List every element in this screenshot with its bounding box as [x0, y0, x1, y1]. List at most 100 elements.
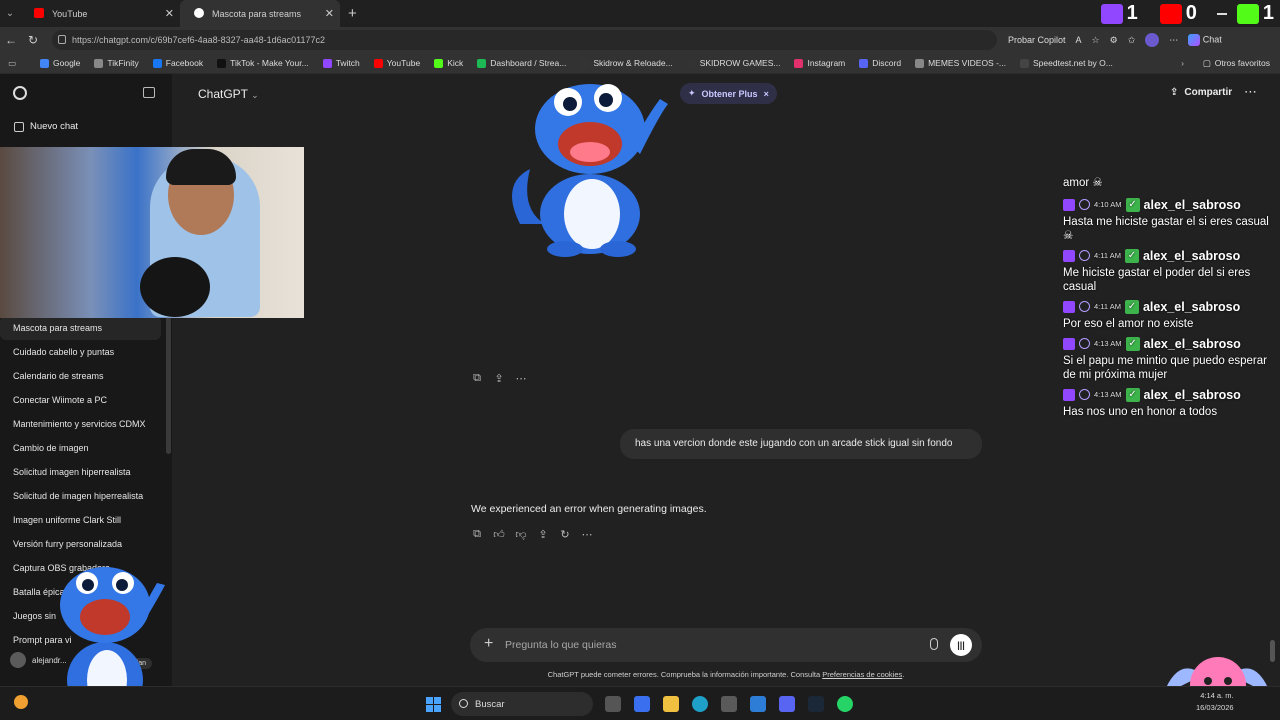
menu-icon[interactable]: ⋯ — [1169, 35, 1178, 46]
chat-history-item[interactable]: Solicitud imagen hiperrealista — [0, 460, 161, 484]
bookmarks-bar: ▭ Google TikFinity Facebook TikTok - Make Y… — [0, 53, 1280, 74]
add-attachment-icon[interactable]: + — [484, 635, 493, 653]
user-icon — [1079, 301, 1090, 312]
copilot-app-icon[interactable] — [634, 696, 650, 712]
bookmark-item[interactable]: Twitch — [322, 58, 360, 68]
cookie-preferences-link[interactable]: Preferencias de cookies — [822, 670, 902, 679]
copy-icon[interactable]: ⧉ — [471, 372, 483, 384]
chat-history-item[interactable]: Calendario de streams — [0, 364, 161, 388]
bookmark-item[interactable]: Instagram — [794, 58, 845, 68]
system-clock[interactable]: 4:14 a. m. 16/03/2026 — [1196, 690, 1234, 714]
bookmark-item[interactable]: Kick — [434, 58, 463, 68]
minimize-icon[interactable] — [1216, 12, 1227, 15]
bookmark-favicon-icon — [217, 58, 227, 68]
share-icon[interactable]: ⇪ — [537, 528, 549, 541]
assistant-message: We experienced an error when generating … — [471, 503, 707, 515]
close-icon[interactable]: ✕ — [165, 7, 174, 20]
model-selector[interactable]: ChatGPT ⌄ — [198, 87, 259, 101]
chat-history-item[interactable]: Cambio de imagen — [0, 436, 161, 460]
chat-history-item[interactable]: Cuidado cabello y puntas — [0, 340, 161, 364]
new-chat-button[interactable]: Nuevo chat — [14, 121, 78, 132]
chatgpt-logo-icon[interactable] — [13, 86, 27, 100]
bookmark-label: Discord — [872, 58, 902, 68]
edge-icon[interactable] — [692, 696, 708, 712]
steam-icon[interactable] — [808, 696, 824, 712]
voice-mode-button[interactable]: ||| — [950, 634, 972, 656]
more-icon[interactable]: ⋯ — [581, 528, 593, 541]
bookmark-item[interactable]: SKIDROW GAMES... — [686, 58, 780, 68]
bookmark-item[interactable]: Dashboard / Strea... — [477, 58, 566, 68]
share-button[interactable]: ⇪ Compartir — [1170, 87, 1232, 98]
microphone-icon[interactable] — [930, 638, 938, 650]
other-favorites[interactable]: ▢ Otros favoritos — [1203, 58, 1270, 69]
chat-history-item[interactable]: Solicitud de imagen hiperrealista — [0, 484, 161, 508]
extensions-icon[interactable]: ⚙ — [1110, 35, 1118, 46]
chat-time: 4:10 AM — [1094, 200, 1122, 209]
weather-widget[interactable] — [14, 695, 28, 711]
more-icon[interactable]: ⋯ — [515, 372, 527, 385]
bookmark-item[interactable]: Speedtest.net by O... — [1020, 58, 1113, 68]
regenerate-icon[interactable]: ↻ — [559, 528, 571, 541]
generated-mascot-image[interactable] — [500, 74, 675, 259]
chat-history-item[interactable]: Mascota para streams — [0, 316, 161, 340]
copilot-button[interactable]: Probar Copilot — [1008, 35, 1066, 45]
new-chat-label: Nuevo chat — [30, 121, 79, 132]
chevron-right-icon[interactable]: › — [1181, 58, 1184, 68]
disclaimer-end: . — [902, 670, 905, 679]
taskbar-search[interactable]: Buscar — [451, 692, 593, 716]
stream-score-overlay: 1 0 1 — [1100, 0, 1280, 27]
store-icon[interactable] — [721, 696, 737, 712]
user-icon — [1079, 199, 1090, 210]
chat-history-item[interactable]: Mantenimiento y servicios CDMX — [0, 412, 161, 436]
task-view-icon[interactable] — [605, 696, 621, 712]
get-plus-button[interactable]: ✦ Obtener Plus × — [680, 83, 777, 104]
bookmark-item[interactable]: Discord — [859, 58, 901, 68]
bookmark-item[interactable]: TikFinity — [94, 58, 139, 68]
file-explorer-icon[interactable] — [663, 696, 679, 712]
close-icon[interactable]: × — [764, 89, 769, 99]
share-label: Compartir — [1184, 87, 1233, 98]
copy-icon[interactable]: ⧉ — [471, 528, 483, 540]
start-button[interactable] — [426, 697, 441, 712]
discord-icon[interactable] — [779, 696, 795, 712]
copilot-chat-button[interactable]: Chat — [1188, 34, 1222, 46]
bookmark-favicon-icon — [94, 58, 104, 68]
bookmark-item[interactable]: TikTok - Make Your... — [217, 58, 309, 68]
bookmark-item[interactable]: MEMES VIDEOS -... — [915, 58, 1006, 68]
chat-history-item[interactable]: Versión furry personalizada — [0, 532, 161, 556]
back-icon[interactable]: ← — [0, 33, 22, 47]
bookmark-item[interactable]: Google — [40, 58, 80, 68]
disclaimer: ChatGPT puede cometer errores. Comprueba… — [470, 670, 982, 679]
read-aloud-icon[interactable]: A — [1076, 35, 1082, 45]
tab-list-icon[interactable]: ⌄ — [0, 8, 20, 19]
profile-icon[interactable] — [1145, 33, 1160, 47]
bookmark-item[interactable]: YouTube — [373, 58, 421, 68]
thumbs-up-icon[interactable]: 👍︎ — [493, 528, 505, 541]
chat-history-item[interactable]: Imagen uniforme Clark Still — [0, 508, 161, 532]
bookmark-item[interactable]: Skidrow & Reloade... — [580, 58, 673, 68]
new-tab-button[interactable]: + — [348, 5, 357, 22]
prompt-input[interactable] — [505, 636, 905, 654]
favorites-icon[interactable]: ✩ — [1128, 35, 1136, 46]
image-actions: ⧉ ⇪ ⋯ — [471, 372, 527, 385]
close-icon[interactable]: ✕ — [325, 7, 334, 20]
twitch-icon — [1063, 337, 1075, 350]
tab-youtube[interactable]: YouTube ✕ — [20, 0, 180, 27]
tab-chatgpt[interactable]: Mascota para streams ✕ — [180, 0, 340, 27]
twitch-icon — [1063, 198, 1075, 211]
share-icon[interactable]: ⇪ — [493, 372, 505, 385]
favorite-star-icon[interactable]: ☆ — [1092, 35, 1100, 46]
bookmark-label: TikTok - Make Your... — [230, 58, 309, 68]
site-info-icon[interactable] — [58, 35, 66, 44]
more-icon[interactable]: ⋯ — [1244, 84, 1257, 100]
sidebar-toggle-icon[interactable] — [143, 87, 155, 98]
whatsapp-icon[interactable] — [837, 696, 853, 712]
bookmark-label: YouTube — [386, 58, 421, 68]
url-field[interactable]: https://chatgpt.com/c/69b7cef6-4aa8-8327… — [52, 30, 997, 50]
bookmark-item[interactable]: Facebook — [152, 58, 203, 68]
reload-icon[interactable]: ↻ — [22, 33, 44, 47]
mail-icon[interactable] — [750, 696, 766, 712]
apps-icon[interactable]: ▭ — [8, 58, 20, 69]
thumbs-down-icon[interactable]: 👎︎ — [515, 528, 527, 541]
chat-history-item[interactable]: Conectar Wiimote a PC — [0, 388, 161, 412]
